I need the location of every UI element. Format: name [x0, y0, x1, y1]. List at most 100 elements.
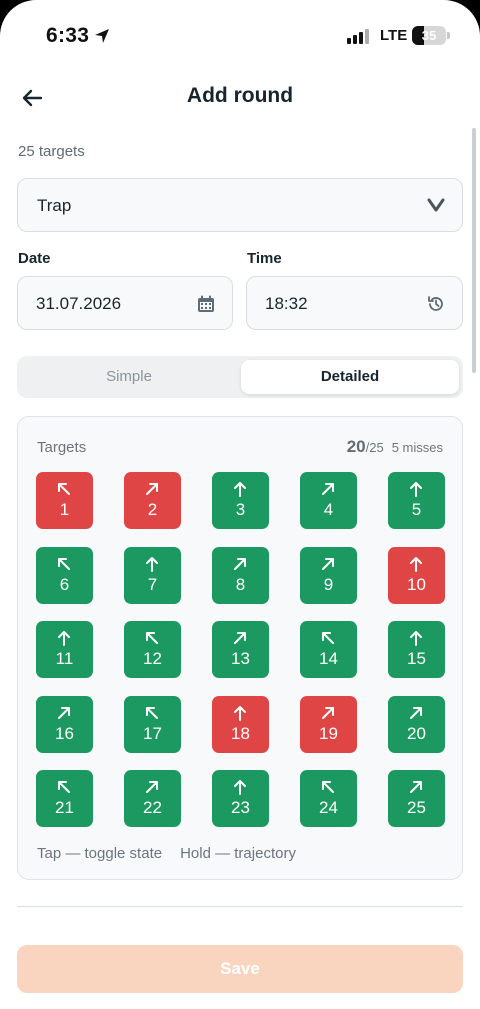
network-type: LTE: [380, 27, 408, 44]
target-number: 19: [319, 723, 338, 743]
arrow-up-right-icon: [58, 706, 70, 719]
target-24[interactable]: 24: [300, 770, 357, 827]
target-number: 17: [143, 723, 162, 743]
battery-icon: 35: [412, 26, 446, 45]
time-value: 18:32: [265, 294, 308, 313]
targets-card: Targets 20/25 5 misses 1 2 3 4 5 6 7 8 9 10 11 12 13 1…: [17, 416, 463, 880]
target-8[interactable]: 8: [212, 546, 269, 604]
target-23[interactable]: 23: [212, 770, 269, 827]
chevron-down-icon: [427, 198, 445, 212]
target-16[interactable]: 16: [36, 695, 93, 753]
target-number: 15: [407, 649, 426, 668]
target-number: 18: [231, 723, 250, 743]
discipline-select[interactable]: Trap: [17, 178, 463, 232]
arrow-up-icon: [234, 705, 246, 721]
arrow-up-icon: [234, 780, 246, 795]
target-number: 16: [55, 723, 74, 743]
target-number: 14: [319, 649, 338, 668]
arrow-up-right-icon: [146, 781, 158, 793]
mode-detailed-tab[interactable]: Detailed: [241, 360, 459, 394]
targets-count: 25 targets: [18, 143, 85, 160]
arrow-up-icon: [410, 631, 422, 646]
target-number: 8: [235, 574, 246, 594]
target-4[interactable]: 4: [300, 472, 357, 529]
target-17[interactable]: 17: [124, 695, 181, 753]
target-number: 5: [411, 500, 422, 519]
target-7[interactable]: 7: [124, 546, 181, 604]
target-number: 22: [143, 798, 162, 817]
arrow-up-left-icon: [322, 781, 334, 793]
target-19[interactable]: 19: [300, 695, 357, 753]
target-1[interactable]: 1: [36, 472, 93, 529]
arrow-up-right-icon: [322, 483, 334, 495]
target-11[interactable]: 11: [36, 621, 93, 678]
target-12[interactable]: 12: [124, 621, 181, 678]
date-label: Date: [18, 250, 51, 267]
arrow-up-icon: [146, 556, 158, 572]
target-13[interactable]: 13: [212, 621, 269, 678]
arrow-up-right-icon: [234, 557, 246, 570]
arrow-up-left-icon: [58, 557, 70, 570]
misses-count: 5 misses: [391, 440, 443, 455]
save-button[interactable]: Save: [17, 945, 463, 993]
date-field[interactable]: 31.07.2026: [17, 276, 233, 330]
target-20[interactable]: 20: [388, 695, 445, 753]
time-field[interactable]: 18:32: [246, 276, 463, 330]
time-label: Time: [247, 250, 282, 267]
targets-title: Targets: [37, 439, 87, 456]
arrow-up-left-icon: [58, 781, 70, 793]
target-number: 12: [143, 649, 162, 668]
arrow-up-icon: [410, 482, 422, 497]
arrow-up-icon: [410, 556, 422, 572]
hint-hold: Hold — trajectory: [180, 845, 296, 862]
target-number: 21: [55, 798, 74, 817]
target-3[interactable]: 3: [212, 472, 269, 529]
target-number: 13: [231, 649, 250, 668]
target-number: 11: [55, 649, 74, 668]
hint-tap: Tap — toggle state: [37, 845, 163, 862]
target-number: 25: [407, 798, 426, 817]
target-10[interactable]: 10: [388, 546, 445, 604]
target-25[interactable]: 25: [388, 770, 445, 827]
mode-simple-tab[interactable]: Simple: [21, 360, 237, 394]
target-18[interactable]: 18: [212, 695, 269, 753]
location-arrow-icon: [95, 29, 109, 43]
arrow-up-icon: [58, 631, 70, 646]
arrow-up-right-icon: [322, 557, 334, 570]
arrow-up-left-icon: [146, 706, 158, 719]
signal-icon: [347, 28, 371, 44]
target-number: 7: [147, 574, 158, 594]
scrollbar[interactable]: [472, 128, 476, 373]
target-number: 6: [59, 574, 70, 594]
arrow-up-right-icon: [234, 632, 246, 644]
target-15[interactable]: 15: [388, 621, 445, 678]
target-2[interactable]: 2: [124, 472, 181, 529]
target-21[interactable]: 21: [36, 770, 93, 827]
target-6[interactable]: 6: [36, 546, 93, 604]
status-bar: 6:33 LTE 35: [0, 0, 480, 70]
gesture-hint: Tap — toggle state Hold — trajectory: [37, 845, 314, 862]
target-number: 24: [319, 798, 338, 817]
arrow-up-right-icon: [410, 706, 422, 719]
target-number: 20: [407, 723, 426, 743]
target-number: 3: [235, 500, 246, 519]
score-value: 20: [346, 437, 366, 456]
header: Add round: [0, 76, 480, 120]
status-time: 6:33: [46, 24, 90, 47]
target-5[interactable]: 5: [388, 472, 445, 529]
clock-history-icon[interactable]: [426, 294, 446, 314]
target-number: 2: [147, 500, 158, 519]
target-number: 4: [323, 500, 334, 519]
target-22[interactable]: 22: [124, 770, 181, 827]
arrow-up-left-icon: [146, 632, 158, 644]
score-summary: 20/25 5 misses: [347, 437, 443, 457]
arrow-up-right-icon: [322, 706, 334, 719]
calendar-icon[interactable]: [196, 294, 216, 314]
page-title: Add round: [186, 84, 294, 107]
battery-level: 35: [421, 28, 437, 43]
target-9[interactable]: 9: [300, 546, 357, 604]
arrow-up-icon: [234, 482, 246, 497]
arrow-up-right-icon: [410, 781, 422, 793]
divider: [17, 906, 463, 907]
target-14[interactable]: 14: [300, 621, 357, 678]
